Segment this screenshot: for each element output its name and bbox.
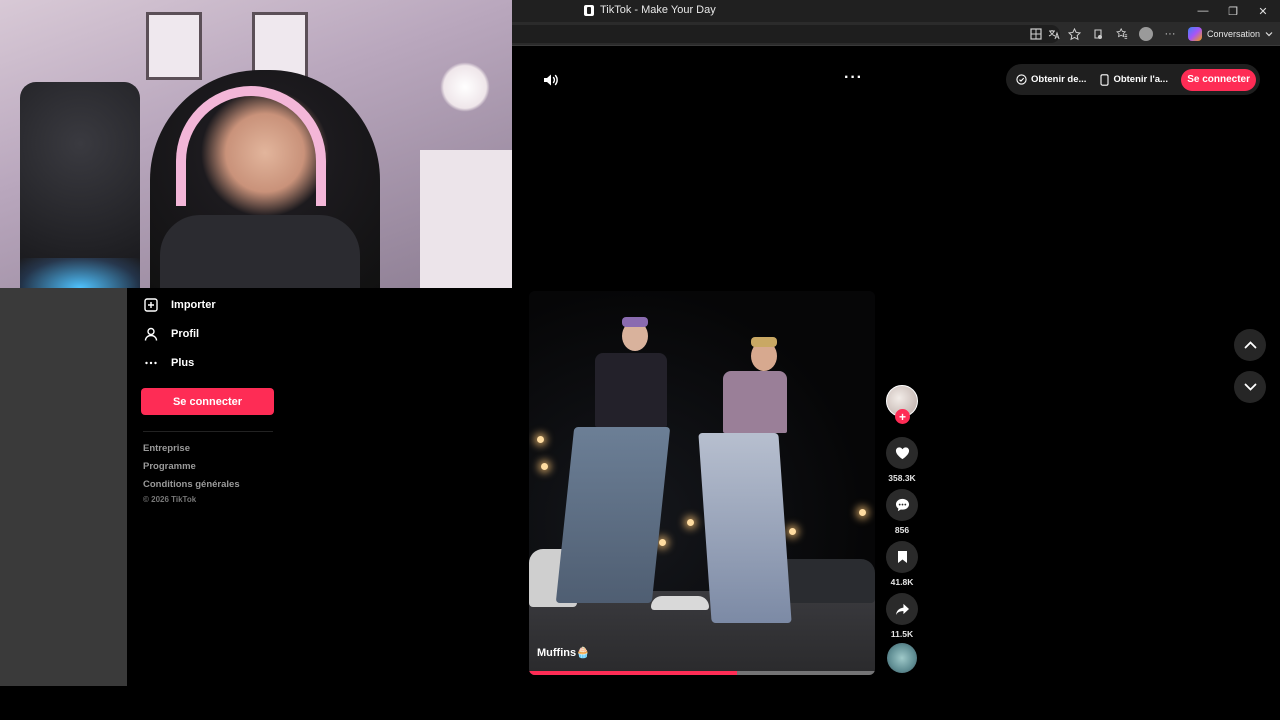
- browser-tab[interactable]: TikTok - Make Your Day: [584, 4, 716, 16]
- footer-link-programme[interactable]: Programme: [143, 461, 196, 472]
- conversation-label: Conversation: [1207, 29, 1261, 39]
- dancer-top: [723, 371, 787, 433]
- copilot-conversation-button[interactable]: Conversation: [1188, 25, 1273, 43]
- main-feed: ··· Obtenir de... Obtenir l'a... Se conn…: [512, 47, 1280, 686]
- heart-icon: [895, 447, 909, 460]
- sidebar-login-button[interactable]: Se connecter: [141, 388, 274, 415]
- dancer-bandana: [622, 317, 648, 327]
- tiktok-favicon-icon: [584, 4, 594, 16]
- share-count: 11.5K: [890, 629, 914, 639]
- save-button[interactable]: [886, 541, 918, 573]
- get-app-label: Obtenir l'a...: [1113, 74, 1168, 85]
- bottom-bar: [0, 686, 1280, 720]
- dancer-bandana: [751, 337, 777, 347]
- collections-icon[interactable]: [1114, 26, 1130, 42]
- sidebar-item-label: Plus: [171, 357, 195, 369]
- street-light: [859, 509, 866, 516]
- street-light: [659, 539, 666, 546]
- browser-toolbar: ··· Conversation: [512, 22, 1280, 46]
- video-progress-bar[interactable]: [529, 671, 875, 675]
- video-progress-fill: [529, 671, 737, 675]
- minimize-button[interactable]: —: [1188, 0, 1218, 22]
- left-gutter: [0, 288, 127, 686]
- copyright: © 2026 TikTok: [143, 495, 197, 504]
- get-coins-button[interactable]: Obtenir de...: [1016, 74, 1086, 85]
- like-count: 358.3K: [888, 473, 916, 483]
- dancer-top: [595, 353, 667, 427]
- parked-car: [651, 596, 709, 610]
- tab-title: TikTok - Make Your Day: [600, 4, 716, 16]
- bookmark-icon: [897, 551, 907, 563]
- sidebar-item-importer[interactable]: Importer: [143, 294, 216, 316]
- favorite-star-icon[interactable]: [1066, 26, 1082, 42]
- comment-icon: [895, 498, 909, 512]
- follow-plus-icon[interactable]: +: [895, 409, 910, 424]
- restore-button[interactable]: ❐: [1218, 0, 1248, 22]
- save-count: 41.8K: [890, 577, 914, 587]
- speaker: [20, 82, 140, 288]
- browser-titlebar: TikTok - Make Your Day — ❐ ✕: [512, 0, 1280, 22]
- user-icon: [143, 326, 159, 342]
- next-video-button[interactable]: [1234, 371, 1266, 403]
- dancer-pants: [555, 427, 671, 603]
- street-light: [687, 519, 694, 526]
- sidebar-item-label: Profil: [171, 328, 200, 340]
- chevron-down-icon: [1265, 32, 1273, 37]
- webcam-overlay: [0, 0, 512, 288]
- chevron-down-icon: [1244, 383, 1256, 391]
- flower-vase: [440, 62, 490, 112]
- address-bar[interactable]: [512, 25, 1060, 43]
- share-button[interactable]: [886, 593, 918, 625]
- share-arrow-icon: [895, 603, 909, 615]
- get-app-button[interactable]: Obtenir l'a...: [1100, 73, 1168, 86]
- extension-icon[interactable]: [1090, 26, 1106, 42]
- profile-avatar-icon[interactable]: [1138, 26, 1154, 42]
- like-button[interactable]: [886, 437, 918, 469]
- comment-button[interactable]: [886, 489, 918, 521]
- header-login-button[interactable]: Se connecter: [1181, 68, 1256, 91]
- video-player[interactable]: Muffins🧁: [529, 291, 875, 675]
- sidebar-item-profil[interactable]: Profil: [143, 323, 199, 345]
- street-light: [541, 463, 548, 470]
- browser-menu-icon[interactable]: ···: [1162, 26, 1178, 42]
- translate-icon[interactable]: [1046, 26, 1062, 42]
- video-caption[interactable]: Muffins🧁: [537, 646, 590, 659]
- street-light: [537, 436, 544, 443]
- chevron-up-icon: [1244, 341, 1256, 349]
- sidebar-item-label: Importer: [171, 299, 216, 311]
- phone-icon: [1100, 73, 1109, 86]
- comment-count: 856: [894, 525, 910, 535]
- dancer-pants: [698, 433, 792, 623]
- music-disc-icon[interactable]: [887, 643, 917, 673]
- app-available-icon[interactable]: [1028, 26, 1044, 42]
- close-window-button[interactable]: ✕: [1248, 0, 1278, 22]
- more-dots-icon: [143, 355, 159, 371]
- sidebar-item-plus[interactable]: Plus: [143, 352, 194, 374]
- volume-icon[interactable]: [542, 71, 560, 89]
- previous-video-button[interactable]: [1234, 329, 1266, 361]
- sidebar-divider: [143, 431, 273, 432]
- top-actions-bar: Obtenir de... Obtenir l'a... Se connecte…: [1006, 64, 1260, 95]
- plus-square-icon: [143, 297, 159, 313]
- coin-icon: [1016, 74, 1027, 85]
- streamer-shirt: [160, 215, 360, 288]
- sidebar: Importer Profil Plus Se connecter Entrep…: [127, 288, 527, 686]
- wall-frame-left: [146, 12, 202, 80]
- screen: TikTok - Make Your Day — ❐ ✕ ··· Convers…: [0, 0, 1280, 720]
- footer-link-entreprise[interactable]: Entreprise: [143, 443, 190, 454]
- footer-link-conditions[interactable]: Conditions générales: [143, 479, 240, 490]
- street-light: [789, 528, 796, 535]
- get-coins-label: Obtenir de...: [1031, 74, 1087, 85]
- shelf: [420, 150, 512, 288]
- video-more-options-button[interactable]: ···: [844, 69, 863, 87]
- copilot-icon: [1188, 27, 1202, 41]
